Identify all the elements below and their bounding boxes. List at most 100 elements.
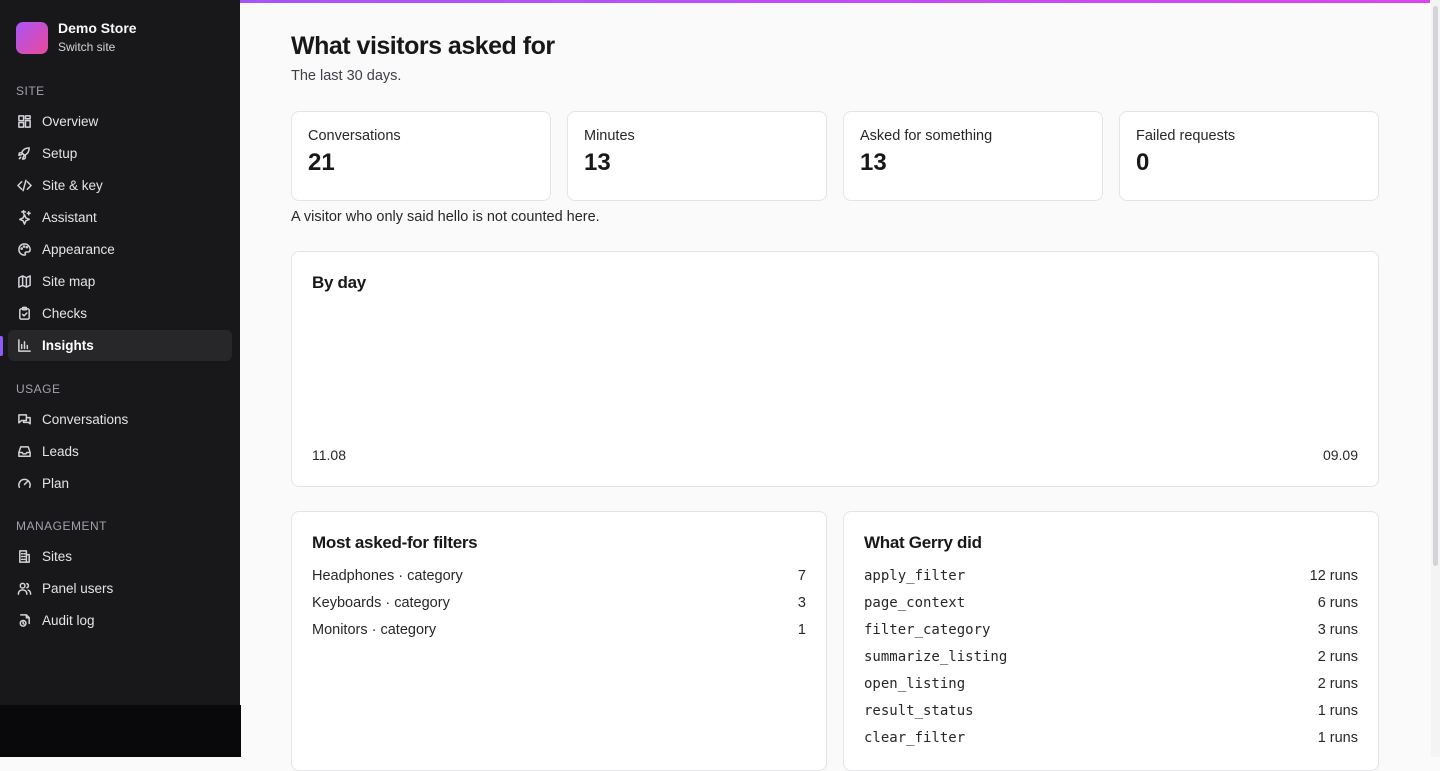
sidebar-item-label: Site map <box>42 274 96 289</box>
action-name: result_status <box>864 703 974 719</box>
palette-icon <box>16 242 32 258</box>
sidebar-item-assistant[interactable]: Assistant <box>8 202 232 233</box>
sidebar-item-plan[interactable]: Plan <box>8 468 232 499</box>
code-icon <box>16 178 32 194</box>
sidebar-item-audit-log[interactable]: Audit log <box>8 605 232 636</box>
stat-label: Asked for something <box>860 128 993 144</box>
gauge-icon <box>16 476 32 492</box>
sidebar-item-label: Assistant <box>42 210 97 225</box>
sidebar-item-panel-users[interactable]: Panel users <box>8 573 232 604</box>
list-item: clear_filter 1 runs <box>864 728 1358 748</box>
scrollbar-thumb[interactable] <box>1433 6 1438 566</box>
filter-count: 3 <box>797 595 806 611</box>
sidebar-item-label: Panel users <box>42 581 114 596</box>
stat-label: Conversations <box>308 128 401 144</box>
stat-label: Minutes <box>584 128 635 144</box>
list-item: Monitors · category 1 <box>312 620 806 640</box>
action-runs: 6 runs <box>1317 595 1358 611</box>
action-name: summarize_listing <box>864 649 1008 665</box>
sidebar-item-overview[interactable]: Overview <box>8 106 232 137</box>
action-runs: 12 runs <box>1309 568 1358 584</box>
action-runs: 2 runs <box>1317 676 1358 692</box>
stat-label: Failed requests <box>1136 128 1236 144</box>
filters-card: Most asked-for filters Headphones · cate… <box>291 511 827 771</box>
actions-card: What Gerry did apply_filter 12 runs page… <box>843 511 1379 771</box>
action-runs: 1 runs <box>1317 730 1358 746</box>
sidebar-item-label: Sites <box>42 549 73 564</box>
top-accent-line <box>240 0 1430 3</box>
site-switcher[interactable]: Demo Store Switch site <box>16 20 137 55</box>
site-logo <box>16 21 48 54</box>
sidebar-item-conversations[interactable]: Conversations <box>8 404 232 435</box>
page-scrollbar[interactable] <box>1431 0 1440 757</box>
sidebar-item-label: Overview <box>42 114 99 129</box>
stat-card-asked-for-something: Asked for something 13 <box>843 111 1103 201</box>
stat-value: 0 <box>1136 149 1150 176</box>
card-title: Most asked-for filters <box>312 533 478 552</box>
sidebar-item-label: Insights <box>42 338 94 353</box>
list-item: open_listing 2 runs <box>864 674 1358 694</box>
card-title: By day <box>312 273 366 292</box>
page-subtitle: The last 30 days. <box>291 68 402 84</box>
log-icon <box>16 613 32 629</box>
switch-site-link[interactable]: Switch site <box>58 39 137 55</box>
action-name: filter_category <box>864 622 991 638</box>
list-item: summarize_listing 2 runs <box>864 647 1358 667</box>
filter-count: 7 <box>797 568 806 584</box>
sidebar-item-label: Site & key <box>42 178 103 193</box>
filter-label: Monitors · category <box>312 622 437 638</box>
building-icon <box>16 549 32 565</box>
card-title: What Gerry did <box>864 533 982 552</box>
action-runs: 2 runs <box>1317 649 1358 665</box>
page-title: What visitors asked for <box>291 32 555 60</box>
list-item: filter_category 3 runs <box>864 620 1358 640</box>
sidebar-item-appearance[interactable]: Appearance <box>8 234 232 265</box>
stat-value: 21 <box>308 149 335 176</box>
stats-note: A visitor who only said hello is not cou… <box>291 209 600 225</box>
inbox-icon <box>16 444 32 460</box>
clipboard-check-icon <box>16 306 32 322</box>
action-name: page_context <box>864 595 966 611</box>
sparkles-icon <box>16 210 32 226</box>
site-name: Demo Store <box>58 20 137 36</box>
stat-card-minutes: Minutes 13 <box>567 111 827 201</box>
sidebar-item-checks[interactable]: Checks <box>8 298 232 329</box>
list-item: page_context 6 runs <box>864 593 1358 613</box>
users-icon <box>16 581 32 597</box>
by-day-card: By day 11.08 09.09 <box>291 251 1379 487</box>
action-runs: 1 runs <box>1317 703 1358 719</box>
sidebar-item-leads[interactable]: Leads <box>8 436 232 467</box>
section-title-site: SITE <box>16 84 45 98</box>
list-item: Keyboards · category 3 <box>312 593 806 613</box>
sidebar-item-label: Checks <box>42 306 88 321</box>
sidebar-item-sites[interactable]: Sites <box>8 541 232 572</box>
action-name: clear_filter <box>864 730 966 746</box>
axis-start-label: 11.08 <box>312 447 346 463</box>
filter-count: 1 <box>797 622 806 638</box>
bar-chart-icon <box>16 338 32 354</box>
stat-value: 13 <box>860 149 887 176</box>
section-title-management: MANAGEMENT <box>16 519 108 533</box>
sidebar: Demo Store Switch site SITE Overview Set… <box>0 0 240 705</box>
chat-icon <box>16 412 32 428</box>
action-name: apply_filter <box>864 568 966 584</box>
by-day-chart-area <box>312 312 1358 437</box>
action-runs: 3 runs <box>1317 622 1358 638</box>
list-item: apply_filter 12 runs <box>864 566 1358 586</box>
sidebar-item-label: Leads <box>42 444 79 459</box>
map-icon <box>16 274 32 290</box>
sidebar-item-site-key[interactable]: Site & key <box>8 170 232 201</box>
sidebar-item-site-map[interactable]: Site map <box>8 266 232 297</box>
sidebar-item-label: Plan <box>42 476 70 491</box>
stat-value: 13 <box>584 149 611 176</box>
active-indicator <box>0 336 3 356</box>
sidebar-footer <box>0 705 241 757</box>
list-item: Headphones · category 7 <box>312 566 806 586</box>
action-name: open_listing <box>864 676 966 692</box>
stat-card-failed-requests: Failed requests 0 <box>1119 111 1379 201</box>
sidebar-item-setup[interactable]: Setup <box>8 138 232 169</box>
sidebar-item-label: Setup <box>42 146 78 161</box>
stat-card-conversations: Conversations 21 <box>291 111 551 201</box>
grid-icon <box>16 114 32 130</box>
sidebar-item-insights[interactable]: Insights <box>8 330 232 361</box>
